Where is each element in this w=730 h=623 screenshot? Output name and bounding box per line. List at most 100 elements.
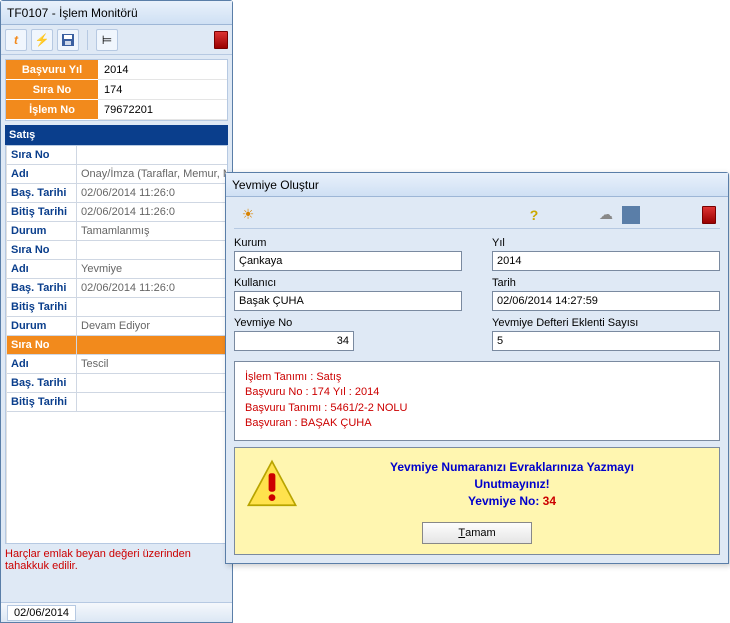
- ok-button[interactable]: Tamam: [422, 522, 532, 544]
- value-basvuru-yil: 2014: [98, 60, 227, 80]
- header-form: Başvuru Yıl 2014 Sıra No 174 İşlem No 79…: [5, 59, 228, 121]
- page-icon[interactable]: [622, 206, 640, 224]
- table-row[interactable]: AdıYevmiye: [7, 260, 228, 279]
- save-icon[interactable]: [57, 29, 79, 51]
- status-date: 02/06/2014: [7, 605, 76, 621]
- sum-l3: Başvuru Tanımı : 5461/2-2 NOLU: [245, 401, 709, 416]
- row-value-adi: Tescil: [77, 355, 228, 373]
- row-label-basTarihi: Baş. Tarihi: [7, 184, 77, 202]
- main-titlebar[interactable]: TF0107 - İşlem Monitörü: [1, 1, 232, 25]
- label-islem-no: İşlem No: [6, 100, 98, 120]
- row-value-durum: Tamamlanmış: [77, 222, 228, 240]
- row-label-siraNo: Sıra No: [7, 146, 77, 164]
- row-value-bitisTarihi: [77, 393, 228, 411]
- table-row[interactable]: Baş. Tarihi02/06/2014 11:26:0: [7, 184, 228, 203]
- row-label-siraNo: Sıra No: [7, 241, 77, 259]
- label-tarih: Tarih: [492, 277, 720, 289]
- ok-underline: T: [458, 527, 465, 539]
- row-value-adi: Onay/İmza (Taraflar, Memur, Md. Yrd., Mü…: [77, 165, 228, 183]
- row-label-adi: Adı: [7, 355, 77, 373]
- value-sira-no: 174: [98, 80, 227, 100]
- statusbar: 02/06/2014: [1, 602, 232, 622]
- summary-box: İşlem Tanımı : Satış Başvuru No : 174 Yı…: [234, 361, 720, 441]
- row-value-bitisTarihi: 02/06/2014 11:26:0: [77, 203, 228, 221]
- detail-grid: Sıra No13AdıOnay/İmza (Taraflar, Memur, …: [5, 145, 228, 544]
- warning-icon: [245, 458, 299, 512]
- main-window: TF0107 - İşlem Monitörü t ⚡ ⊨ Başvuru Yı…: [0, 0, 233, 623]
- sum-l2: Başvuru No : 174 Yıl : 2014: [245, 385, 709, 400]
- table-row[interactable]: Sıra No15: [7, 336, 228, 355]
- sun-icon[interactable]: ☀: [238, 205, 258, 225]
- dialog-title: Yevmiye Oluştur: [232, 178, 319, 192]
- label-basvuru-yil: Başvuru Yıl: [6, 60, 98, 80]
- input-kullanici[interactable]: [234, 291, 462, 311]
- input-eklenti[interactable]: [492, 331, 720, 351]
- input-yevmiye-no[interactable]: [234, 331, 354, 351]
- row-value-siraNo: 13: [77, 146, 228, 164]
- table-row[interactable]: Baş. Tarihi: [7, 374, 228, 393]
- table-row[interactable]: Baş. Tarihi02/06/2014 11:26:0: [7, 279, 228, 298]
- label-eklenti: Yevmiye Defteri Eklenti Sayısı: [492, 317, 720, 329]
- table-row[interactable]: AdıOnay/İmza (Taraflar, Memur, Md. Yrd.,…: [7, 165, 228, 184]
- close-icon[interactable]: [214, 31, 228, 49]
- tree-icon[interactable]: ⊨: [96, 29, 118, 51]
- label-kullanici: Kullanıcı: [234, 277, 462, 289]
- row-label-adi: Adı: [7, 260, 77, 278]
- row-label-basTarihi: Baş. Tarihi: [7, 374, 77, 392]
- dialog-form: Kurum Kullanıcı Yevmiye No Yıl Tarih Yev…: [234, 233, 720, 351]
- footnote: Harçlar emlak beyan değeri üzerinden tah…: [5, 548, 228, 598]
- sum-l1b: Satış: [316, 371, 341, 383]
- dialog-toolbar: ☀ ? ☁: [234, 201, 720, 229]
- alert-line2: Unutmayınız!: [315, 476, 709, 493]
- alert-text: Yevmiye Numaranızı Evraklarınıza Yazmayı…: [315, 459, 709, 509]
- table-row[interactable]: Bitiş Tarihi: [7, 393, 228, 412]
- yevmiye-dialog: Yevmiye Oluştur ☀ ? ☁ Kurum Kullanıcı Ye…: [225, 172, 729, 564]
- sum-l1a: İşlem Tanımı :: [245, 371, 316, 383]
- label-kurum: Kurum: [234, 237, 462, 249]
- main-title: TF0107 - İşlem Monitörü: [7, 6, 138, 20]
- dialog-titlebar[interactable]: Yevmiye Oluştur: [226, 173, 728, 197]
- table-row[interactable]: Sıra No14: [7, 241, 228, 260]
- main-toolbar: t ⚡ ⊨: [1, 25, 232, 55]
- row-label-bitisTarihi: Bitiş Tarihi: [7, 298, 77, 316]
- label-yevmiye-no: Yevmiye No: [234, 317, 462, 329]
- alert-panel: Yevmiye Numaranızı Evraklarınıza Yazmayı…: [234, 447, 720, 555]
- input-tarih[interactable]: [492, 291, 720, 311]
- row-label-durum: Durum: [7, 222, 77, 240]
- row-value-basTarihi: 02/06/2014 11:26:0: [77, 184, 228, 202]
- input-kurum[interactable]: [234, 251, 462, 271]
- row-label-bitisTarihi: Bitiş Tarihi: [7, 393, 77, 411]
- row-value-durum: Devam Ediyor: [77, 317, 228, 335]
- row-label-durum: Durum: [7, 317, 77, 335]
- sum-l4: Başvuran : BAŞAK ÇUHA: [245, 416, 709, 431]
- alert-line3-num: 34: [543, 494, 556, 508]
- lightning-icon[interactable]: ⚡: [31, 29, 53, 51]
- row-value-adi: Yevmiye: [77, 260, 228, 278]
- row-label-basTarihi: Baş. Tarihi: [7, 279, 77, 297]
- row-value-bitisTarihi: [77, 298, 228, 316]
- row-label-adi: Adı: [7, 165, 77, 183]
- row-label-siraNo: Sıra No: [7, 336, 77, 354]
- table-row[interactable]: DurumDevam Ediyor: [7, 317, 228, 336]
- table-row[interactable]: AdıTescil: [7, 355, 228, 374]
- row-value-siraNo: 15: [77, 336, 228, 354]
- table-row[interactable]: Bitiş Tarihi: [7, 298, 228, 317]
- label-sira-no: Sıra No: [6, 80, 98, 100]
- app-icon[interactable]: t: [5, 29, 27, 51]
- section-title: Satış: [5, 125, 228, 145]
- label-yil: Yıl: [492, 237, 720, 249]
- alert-line3-prefix: Yevmiye No:: [468, 494, 543, 508]
- ok-rest: amam: [465, 527, 496, 539]
- value-islem-no: 79672201: [98, 100, 227, 120]
- toolbar-separator: [87, 30, 88, 50]
- input-yil[interactable]: [492, 251, 720, 271]
- table-row[interactable]: DurumTamamlanmış: [7, 222, 228, 241]
- cloud-icon[interactable]: ☁: [596, 205, 616, 225]
- help-icon[interactable]: ?: [524, 205, 544, 225]
- table-row[interactable]: Sıra No13: [7, 146, 228, 165]
- table-row[interactable]: Bitiş Tarihi02/06/2014 11:26:0: [7, 203, 228, 222]
- dialog-close-icon[interactable]: [702, 206, 716, 224]
- row-value-siraNo: 14: [77, 241, 228, 259]
- row-value-basTarihi: 02/06/2014 11:26:0: [77, 279, 228, 297]
- row-value-basTarihi: [77, 374, 228, 392]
